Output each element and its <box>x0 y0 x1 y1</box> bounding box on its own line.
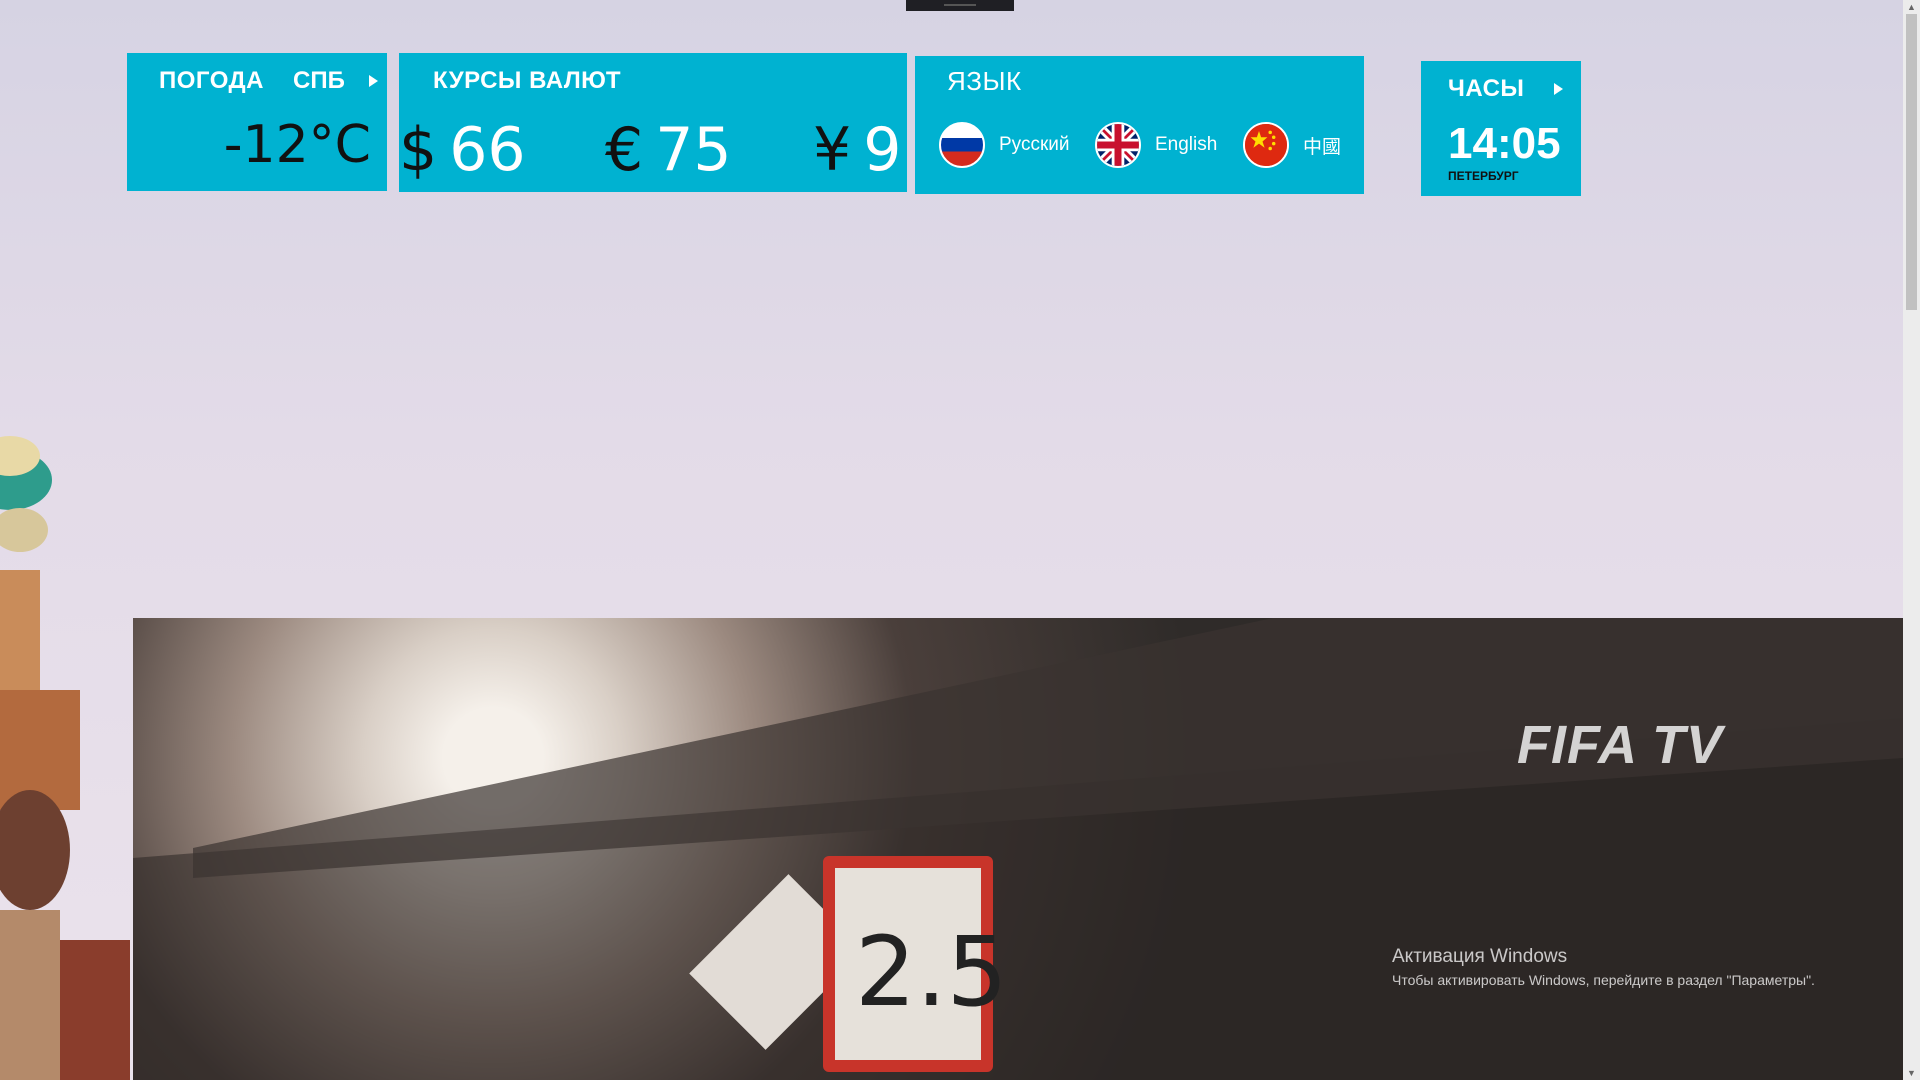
weather-city: СПБ <box>293 67 345 94</box>
scroll-up-icon[interactable]: ▲ <box>1903 0 1920 14</box>
video-height-sign: 2.5 <box>823 856 1008 1072</box>
language-label-russian: Русский <box>999 134 1070 155</box>
language-label-chinese: 中國 <box>1303 136 1342 158</box>
uk-flag-icon <box>1095 122 1141 168</box>
clock-city: ПЕТЕРБУРГ <box>1448 169 1519 183</box>
eur-symbol: € <box>605 115 644 185</box>
bridge-railing-silhouette <box>133 618 1903 1080</box>
windows-activation-watermark: Активация Windows Чтобы активировать Win… <box>1392 946 1815 988</box>
language-title: ЯЗЫК <box>947 66 1022 96</box>
weather-widget[interactable]: ПОГОДА СПБ -12°C <box>127 53 387 191</box>
top-tab-handle[interactable] <box>906 0 1014 11</box>
clock-arrow-icon[interactable] <box>1554 83 1563 95</box>
language-option-english[interactable]: English <box>1095 122 1217 168</box>
language-option-chinese[interactable]: 中國 <box>1243 122 1341 168</box>
video-sign-text: 2.5 <box>855 916 1008 1028</box>
scroll-down-icon[interactable]: ▼ <box>1903 1066 1920 1080</box>
rate-cny: ¥9 <box>813 115 901 185</box>
usd-value: 66 <box>449 115 526 185</box>
weather-temperature: -12°C <box>223 115 371 175</box>
rate-usd: $66 <box>399 115 526 185</box>
currency-widget: КУРСЫ ВАЛЮТ $66 €75 ¥9 <box>399 53 907 192</box>
weather-arrow-icon[interactable] <box>369 75 378 87</box>
usd-symbol: $ <box>399 115 438 185</box>
clock-widget[interactable]: ЧАСЫ 14:05 ПЕТЕРБУРГ <box>1421 61 1581 196</box>
clock-time: 14:05 <box>1448 119 1561 168</box>
clock-title: ЧАСЫ <box>1448 75 1525 102</box>
cny-value: 9 <box>863 115 902 185</box>
language-widget: ЯЗЫК Русский English 中國 <box>915 56 1364 194</box>
currency-title: КУРСЫ ВАЛЮТ <box>433 67 621 94</box>
activation-text: Чтобы активировать Windows, перейдите в … <box>1392 972 1815 988</box>
eur-value: 75 <box>655 115 732 185</box>
cny-symbol: ¥ <box>813 115 852 185</box>
rate-eur: €75 <box>605 115 732 185</box>
cathedral-decoration <box>0 436 130 1080</box>
china-flag-icon <box>1243 122 1289 168</box>
scroll-thumb[interactable] <box>1906 14 1917 310</box>
russia-flag-icon <box>939 122 985 168</box>
activation-title: Активация Windows <box>1392 946 1568 967</box>
vertical-scrollbar[interactable]: ▲ ▼ <box>1903 0 1920 1080</box>
fifa-tv-watermark: FIFA TV <box>1517 715 1723 775</box>
language-option-russian[interactable]: Русский <box>939 122 1070 168</box>
weather-title: ПОГОДА <box>159 67 264 94</box>
language-label-english: English <box>1155 134 1218 155</box>
video-player[interactable]: 2.5 FIFA TV <box>133 618 1903 1080</box>
